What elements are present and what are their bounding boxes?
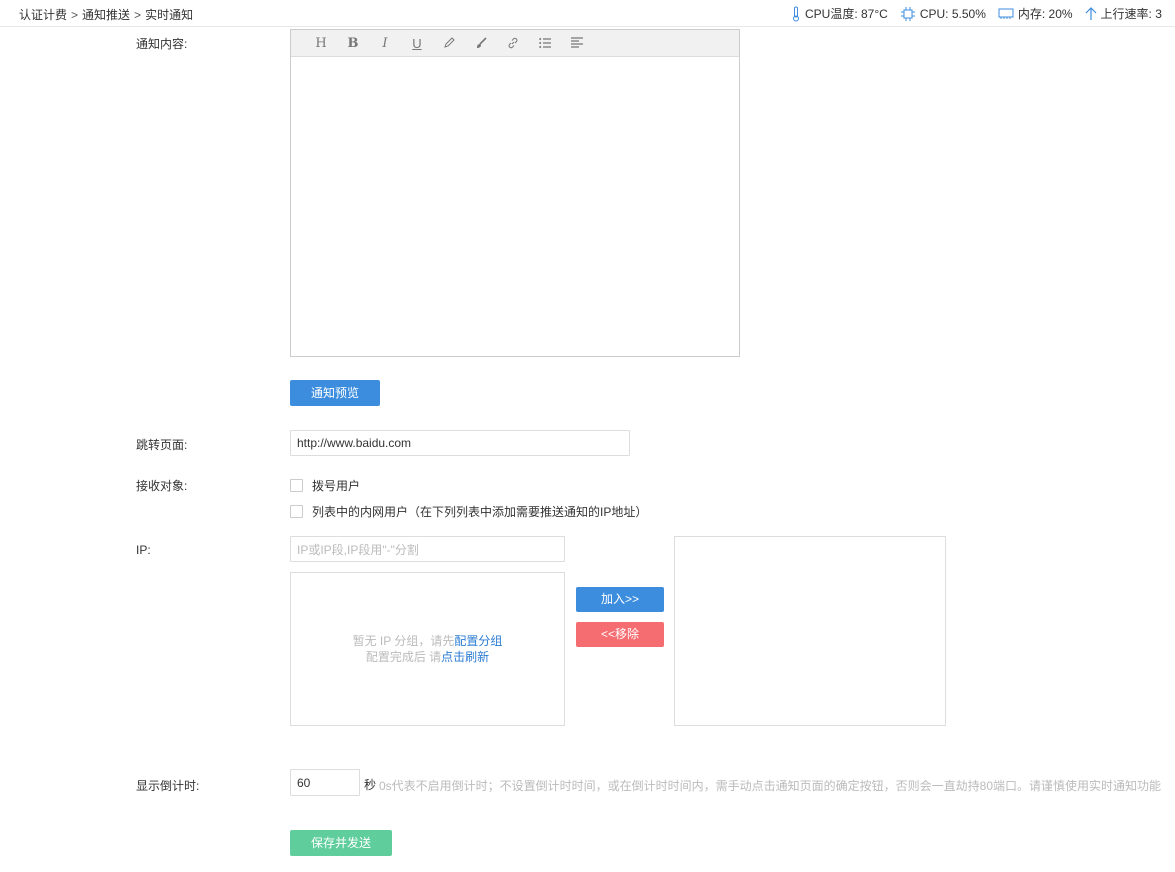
countdown-input[interactable]: 60 — [290, 769, 360, 796]
upload-text: 上行速率: 3 — [1100, 7, 1162, 21]
link-icon — [508, 37, 518, 49]
upload-stat: 上行速率: 3 — [1085, 5, 1162, 22]
heading-button[interactable]: H — [305, 30, 337, 57]
dialup-label: 拨号用户 — [312, 479, 361, 493]
breadcrumb-item-realtime-notify: 实时通知 — [145, 8, 194, 22]
lan-users-checkbox[interactable] — [290, 505, 303, 518]
list-button[interactable] — [529, 30, 561, 57]
ip-label: IP: — [136, 543, 151, 557]
list-icon — [539, 38, 551, 48]
editor-content-area[interactable] — [291, 57, 739, 356]
brush-button[interactable] — [465, 30, 497, 57]
link-button[interactable] — [497, 30, 529, 57]
breadcrumb: 认证计费 > 通知推送 > 实时通知 — [19, 6, 193, 23]
remove-button[interactable]: <<移除 — [576, 622, 664, 647]
memory-stat: 内存: 20% — [998, 5, 1073, 22]
receiver-option-dialup[interactable]: 拨号用户 — [290, 477, 360, 494]
ip-empty-text-2: 配置完成后 请 — [365, 650, 442, 664]
system-status: CPU温度: 87°C CPU: 5.50% 内存: 20% 上行速率: 3 — [791, 5, 1174, 22]
receiver-label: 接收对象: — [136, 479, 188, 493]
save-and-send-button[interactable]: 保存并发送 — [290, 830, 392, 856]
memory-icon — [998, 8, 1014, 19]
ip-empty-text-1: 暂无 IP 分组，请先 — [352, 634, 455, 648]
highlighter-icon — [444, 37, 455, 48]
selected-ip-list[interactable] — [674, 536, 946, 726]
top-bar: 认证计费 > 通知推送 > 实时通知 CPU温度: 87°C CPU: 5.50% 内存… — [0, 0, 1175, 27]
configure-group-link[interactable]: 配置分组 — [454, 634, 502, 648]
chip-icon — [900, 6, 915, 21]
dialup-checkbox[interactable] — [290, 479, 303, 492]
countdown-label: 显示倒计时: — [136, 779, 200, 793]
breadcrumb-separator: > — [134, 8, 142, 22]
receiver-option-lan[interactable]: 列表中的内网用户（在下列列表中添加需要推送通知的IP地址） — [290, 503, 647, 520]
redirect-url-input[interactable]: http://www.baidu.com — [290, 430, 630, 456]
preview-button[interactable]: 通知预览 — [290, 380, 380, 406]
arrow-up-icon — [1085, 6, 1096, 20]
italic-button[interactable]: I — [369, 30, 401, 57]
ip-input[interactable]: IP或IP段,IP段用"-"分割 — [290, 536, 565, 562]
bold-button[interactable]: B — [337, 30, 369, 57]
cpu-text: CPU: 5.50% — [919, 6, 986, 21]
align-left-icon — [571, 37, 583, 48]
ip-empty-line-2: 配置完成后 请点击刷新 — [291, 649, 564, 665]
rich-text-editor: H B I U — [290, 29, 740, 357]
ip-group-list: 暂无 IP 分组，请先配置分组 配置完成后 请点击刷新 — [290, 572, 565, 726]
add-button[interactable]: 加入>> — [576, 587, 664, 612]
countdown-hint: 0s代表不启用倒计时；不设置倒计时时间，或在倒计时时间内，需手动点击通知页面的确… — [379, 779, 1162, 793]
refresh-link[interactable]: 点击刷新 — [441, 650, 489, 664]
breadcrumb-separator: > — [71, 8, 79, 22]
brush-icon — [477, 37, 487, 48]
thermometer-icon — [793, 6, 799, 21]
editor-toolbar: H B I U — [291, 30, 739, 57]
align-button[interactable] — [561, 30, 593, 57]
memory-text: 内存: 20% — [1017, 7, 1073, 21]
breadcrumb-item-auth-billing[interactable]: 认证计费 — [19, 8, 67, 22]
breadcrumb-item-notification-push[interactable]: 通知推送 — [82, 8, 130, 22]
redirect-label: 跳转页面: — [136, 438, 188, 452]
ip-empty-line-1: 暂无 IP 分组，请先配置分组 — [291, 633, 564, 649]
cpu-stat: CPU: 5.50% — [900, 6, 986, 21]
lan-users-label: 列表中的内网用户（在下列列表中添加需要推送通知的IP地址） — [312, 505, 648, 519]
highlight-button[interactable] — [433, 30, 465, 57]
underline-button[interactable]: U — [401, 30, 433, 57]
countdown-unit: 秒 — [364, 778, 377, 792]
cpu-temp-stat: CPU温度: 87°C — [791, 5, 888, 22]
content-label: 通知内容: — [136, 37, 188, 51]
cpu-temp-text: CPU温度: 87°C — [805, 7, 888, 21]
